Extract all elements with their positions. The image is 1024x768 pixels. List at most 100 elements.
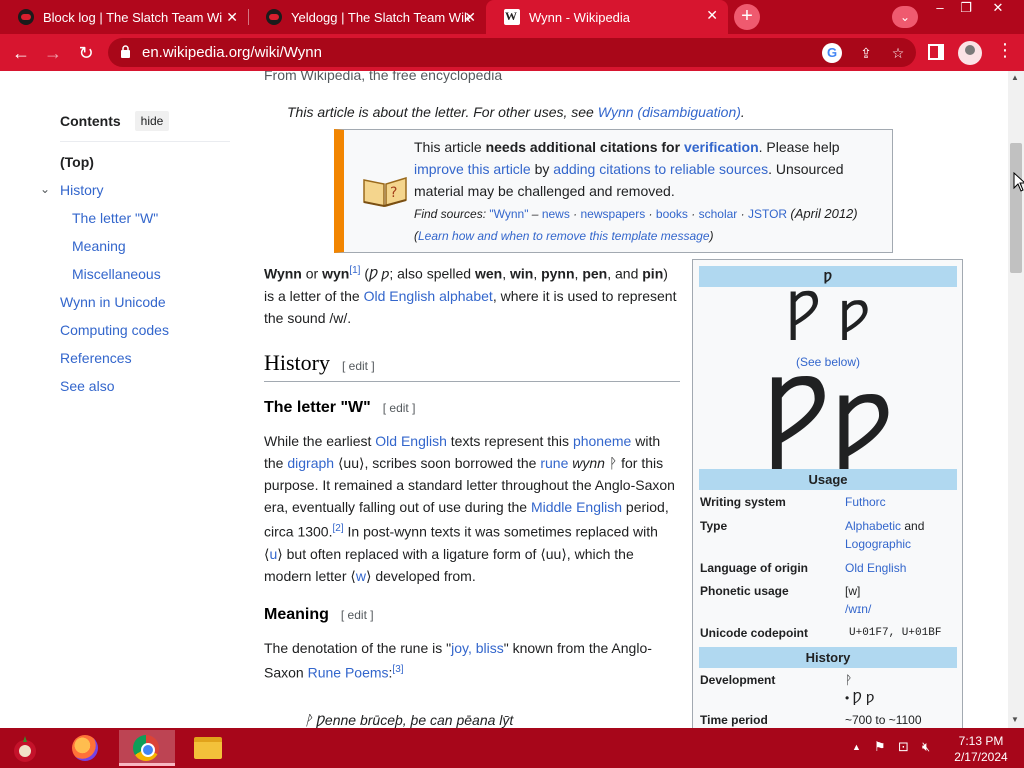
taskbar-app-firefox[interactable] <box>58 730 114 766</box>
toc-title: Contents <box>60 113 121 129</box>
profile-icon[interactable] <box>958 41 982 65</box>
chevron-down-icon[interactable]: ⌄ <box>40 182 50 196</box>
clock-date[interactable]: 2/17/2024 <box>950 750 1012 764</box>
heading-text: History <box>264 350 330 375</box>
toc-item-history[interactable]: ⌄ History <box>40 182 104 198</box>
notice-part: by <box>530 161 554 177</box>
w-link[interactable]: w <box>356 568 366 584</box>
new-tab-button[interactable]: + <box>734 4 760 30</box>
close-window-button[interactable]: ✕ <box>984 0 1012 18</box>
close-tab-icon[interactable]: ✕ <box>706 7 718 24</box>
old-english-link[interactable]: Old English <box>375 433 447 449</box>
show-hidden-icons-icon[interactable]: ▲ <box>852 742 861 752</box>
find-sources: Find sources: "Wynn" – news · newspapers… <box>414 206 858 243</box>
close-tab-icon[interactable]: ✕ <box>464 9 476 26</box>
tab-strip: Block log | The Slatch Team Wiki ✕ Yeldo… <box>0 0 1024 34</box>
volume-muted-icon[interactable]: 🔇︎ <box>922 739 930 755</box>
taskbar-app-file-explorer[interactable] <box>181 730 237 766</box>
futhorc-link[interactable]: Futhorc <box>845 495 886 509</box>
url-text[interactable]: en.wikipedia.org/wiki/Wynn <box>142 44 322 61</box>
learn-remove-template-link[interactable]: Learn how and when to remove this templa… <box>418 229 710 243</box>
forward-icon[interactable]: → <box>40 40 66 66</box>
newspapers-link[interactable]: newspapers <box>581 207 646 221</box>
infobox-text: and <box>901 519 925 533</box>
taskbar-app-chrome[interactable] <box>119 730 175 766</box>
reference-2-link[interactable]: [2] <box>332 523 343 534</box>
scrollbar-thumb[interactable] <box>1010 143 1022 273</box>
notice-date: (April 2012) <box>790 206 858 221</box>
find-sources-query-link[interactable]: "Wynn" <box>489 207 528 221</box>
network-icon[interactable]: ⊡ <box>898 739 909 755</box>
infobox-value-writing-system: Futhorc <box>845 493 957 511</box>
adding-citations-link[interactable]: adding citations to reliable sources <box>553 161 768 177</box>
infobox-label-type: Type <box>700 519 728 533</box>
rune-poem-line: ᚹ Ƿenne brūceþ, þe can pēana lӯt <box>304 712 514 728</box>
verification-link[interactable]: verification <box>684 139 759 155</box>
disambiguation-link[interactable]: Wynn (disambiguation) <box>598 104 741 120</box>
logographic-link[interactable]: Logographic <box>845 537 911 551</box>
toc-item-wynn-in-unicode[interactable]: Wynn in Unicode <box>60 294 166 310</box>
improve-article-link[interactable]: improve this article <box>414 161 531 177</box>
scroll-up-icon[interactable]: ▲ <box>1011 73 1019 82</box>
lead-text: ; also spelled <box>389 265 475 282</box>
joy-bliss-link[interactable]: joy, bliss <box>451 640 504 656</box>
share-icon[interactable]: ⇪ <box>856 43 876 63</box>
toc-item-miscellaneous[interactable]: Miscellaneous <box>72 266 161 282</box>
side-panel-icon[interactable] <box>928 44 944 60</box>
reload-icon[interactable]: ↻ <box>73 40 99 66</box>
reference-3-link[interactable]: [3] <box>392 664 403 675</box>
ipa-link[interactable]: /wɪn/ <box>845 602 871 616</box>
tab-yeldogg[interactable]: Yeldogg | The Slatch Team Wiki | ✕ <box>248 2 486 32</box>
ipa-bracket: [w] <box>845 584 861 598</box>
tab-search-button[interactable]: ⌄ <box>892 6 918 28</box>
jstor-link[interactable]: JSTOR <box>748 207 787 221</box>
books-link[interactable]: books <box>656 207 688 221</box>
lock-icon[interactable] <box>120 45 131 58</box>
old-english-alphabet-link[interactable]: Old English alphabet <box>364 288 493 304</box>
reference-1-link[interactable]: [1] <box>349 265 360 276</box>
bookmark-star-icon[interactable]: ☆ <box>888 43 908 63</box>
edit-history-link[interactable]: [ edit ] <box>342 359 375 373</box>
lead-term: pynn <box>541 265 575 282</box>
back-icon[interactable]: ← <box>8 40 34 66</box>
toc-hide-button[interactable]: hide <box>134 111 170 131</box>
alphabetic-link[interactable]: Alphabetic <box>845 519 901 533</box>
toc-item-computing-codes[interactable]: Computing codes <box>60 322 169 338</box>
action-center-flag-icon[interactable]: ⚑ <box>874 739 886 755</box>
fandom-favicon-icon <box>266 9 282 25</box>
start-button-icon[interactable] <box>8 734 42 764</box>
menu-icon[interactable]: ⋮ <box>996 40 1014 61</box>
address-bar[interactable]: en.wikipedia.org/wiki/Wynn G ⇪ ☆ <box>108 38 916 67</box>
restore-button[interactable]: ❐ <box>952 0 980 18</box>
scholar-link[interactable]: scholar <box>699 207 738 221</box>
toc-item-see-also[interactable]: See also <box>60 378 114 394</box>
tab-title: Block log | The Slatch Team Wiki <box>43 9 223 25</box>
tab-wynn-wikipedia[interactable]: Wynn - Wikipedia ✕ <box>486 0 728 34</box>
toc-item-the-letter-w[interactable]: The letter "W" <box>72 210 158 226</box>
notice-emphasis: needs additional citations for <box>485 139 684 155</box>
scroll-down-icon[interactable]: ▼ <box>1011 715 1019 724</box>
tab-block-log[interactable]: Block log | The Slatch Team Wiki ✕ <box>0 2 248 32</box>
minimize-button[interactable]: – <box>926 0 954 18</box>
old-english-infobox-link[interactable]: Old English <box>845 561 906 575</box>
rune-link[interactable]: rune <box>540 455 568 471</box>
taskbar: ▲ ⚑ ⊡ 🔇︎ 7:13 PM 2/17/2024 <box>0 728 1024 768</box>
phoneme-link[interactable]: phoneme <box>573 433 631 449</box>
news-link[interactable]: news <box>542 207 570 221</box>
rune-poems-link[interactable]: Rune Poems <box>308 665 389 681</box>
fandom-favicon-icon <box>18 9 34 25</box>
clock-time[interactable]: 7:13 PM <box>950 734 1012 748</box>
digraph-link[interactable]: digraph <box>287 455 334 471</box>
toc-item-references[interactable]: References <box>60 350 132 366</box>
page-scrollbar[interactable]: ▲ ▼ <box>1008 71 1024 728</box>
close-tab-icon[interactable]: ✕ <box>226 9 238 26</box>
infobox-value-type: Alphabetic and Logographic <box>845 517 957 553</box>
edit-meaning-link[interactable]: [ edit ] <box>341 608 374 622</box>
edit-the-letter-w-link[interactable]: [ edit ] <box>383 401 416 415</box>
google-lens-icon[interactable]: G <box>822 43 842 63</box>
toc-item-meaning[interactable]: Meaning <box>72 238 126 254</box>
para-text: texts represent this <box>446 433 573 449</box>
hatnote: This article is about the letter. For ot… <box>287 104 745 120</box>
toc-item-top[interactable]: (Top) <box>60 154 94 170</box>
middle-english-link[interactable]: Middle English <box>531 499 622 515</box>
